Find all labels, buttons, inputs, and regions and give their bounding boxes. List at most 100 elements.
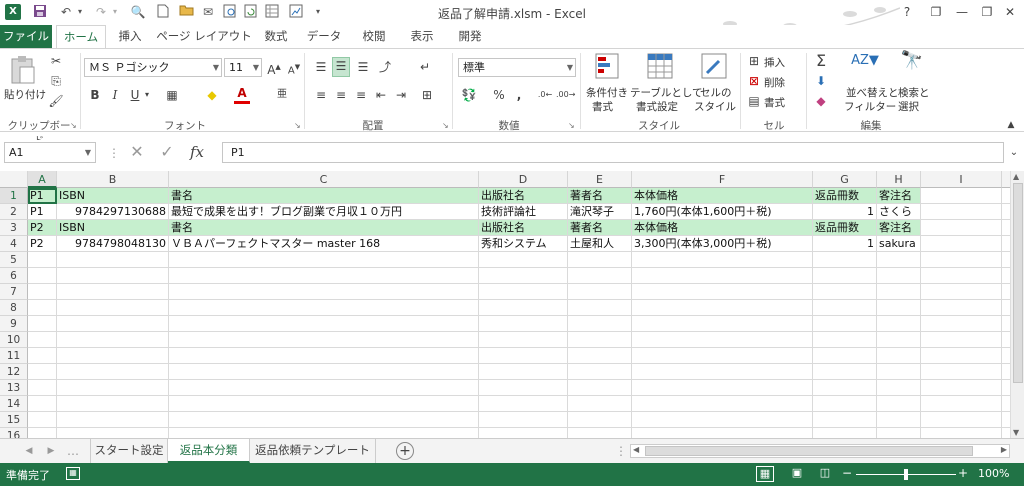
cell[interactable]	[57, 252, 169, 268]
tab-insert[interactable]: 挿入	[112, 25, 148, 48]
cell[interactable]	[921, 268, 1002, 284]
cell[interactable]: 書名	[169, 220, 479, 236]
row-header-8[interactable]: 8	[0, 300, 28, 316]
align-center-icon[interactable]: ≡	[332, 87, 350, 103]
cell[interactable]: 9784798048130	[57, 236, 169, 252]
cell[interactable]	[877, 284, 921, 300]
cell[interactable]	[921, 220, 1002, 236]
cell[interactable]	[1002, 236, 1010, 252]
scrollbar-thumb[interactable]	[1013, 183, 1023, 383]
cell[interactable]	[1002, 300, 1010, 316]
cell[interactable]: P2	[28, 236, 57, 252]
clipboard-launcher-icon[interactable]: ↘	[70, 121, 77, 130]
cell[interactable]: 1	[813, 236, 877, 252]
cell[interactable]	[877, 268, 921, 284]
name-box[interactable]: A1 ▼	[4, 142, 96, 163]
cell[interactable]	[568, 316, 632, 332]
cell[interactable]	[28, 428, 57, 438]
format-as-table-label-2[interactable]: 書式設定	[636, 99, 678, 114]
cell[interactable]	[1002, 348, 1010, 364]
cell[interactable]	[1002, 332, 1010, 348]
tab-splitter-icon[interactable]: ⋮	[615, 443, 627, 459]
tab-developer[interactable]: 開発	[450, 25, 490, 48]
cell[interactable]	[813, 428, 877, 438]
add-sheet-icon[interactable]: +	[396, 442, 414, 460]
cell[interactable]	[813, 332, 877, 348]
cell[interactable]	[57, 380, 169, 396]
formula-input[interactable]: P1	[222, 142, 1004, 163]
tab-page-layout[interactable]: ページ レイアウト	[156, 25, 252, 48]
cell[interactable]	[169, 380, 479, 396]
sheet-tab-start[interactable]: スタート設定	[90, 439, 168, 463]
close-button[interactable]: ✕	[998, 2, 1022, 22]
cell[interactable]	[632, 396, 813, 412]
cell[interactable]	[479, 252, 568, 268]
cell[interactable]	[632, 332, 813, 348]
row-header-4[interactable]: 4	[0, 236, 28, 252]
paste-button[interactable]: 貼り付け	[4, 87, 46, 102]
conditional-format-icon[interactable]	[594, 53, 622, 83]
cell[interactable]: 技術評論社	[479, 204, 568, 220]
cell[interactable]	[813, 252, 877, 268]
cell[interactable]	[1002, 380, 1010, 396]
cell[interactable]	[479, 396, 568, 412]
hscroll-thumb[interactable]	[645, 446, 973, 456]
cell[interactable]: P2	[28, 220, 57, 236]
more-sheets-icon[interactable]: …	[66, 443, 80, 459]
cell[interactable]	[479, 332, 568, 348]
cell[interactable]: sakura	[877, 236, 921, 252]
alignment-launcher-icon[interactable]: ↘	[442, 121, 449, 130]
cell[interactable]	[877, 348, 921, 364]
column-header-b[interactable]: B	[57, 171, 169, 188]
row-header-6[interactable]: 6	[0, 268, 28, 284]
column-header-d[interactable]: D	[479, 171, 568, 188]
cell[interactable]: ISBN	[57, 188, 169, 204]
align-top-icon[interactable]: ☰	[312, 59, 330, 75]
cell[interactable]: 出版社名	[479, 220, 568, 236]
cell[interactable]: 9784297130688	[57, 204, 169, 220]
help-button[interactable]: ?	[895, 2, 919, 22]
cell[interactable]	[813, 396, 877, 412]
increase-font-icon[interactable]: A▲	[266, 59, 282, 78]
align-middle-icon[interactable]: ☰	[332, 57, 350, 77]
row-header-16[interactable]: 16	[0, 428, 28, 438]
conditional-format-label-1[interactable]: 条件付き	[586, 85, 628, 100]
align-left-icon[interactable]: ≡	[312, 87, 330, 103]
cell[interactable]: 客注名	[877, 220, 921, 236]
row-header-3[interactable]: 3	[0, 220, 28, 236]
row-header-5[interactable]: 5	[0, 252, 28, 268]
cell[interactable]: 1,760円(本体1,600円＋税)	[632, 204, 813, 220]
delete-cells-icon[interactable]: ⊠	[746, 73, 762, 89]
cell[interactable]	[1002, 316, 1010, 332]
ribbon-display-button[interactable]: ❐	[924, 2, 948, 22]
normal-view-icon[interactable]: ▦	[756, 466, 774, 482]
row-header-2[interactable]: 2	[0, 204, 28, 220]
find-select-label-1[interactable]: 検索と	[898, 85, 930, 100]
format-as-table-label-1[interactable]: テーブルとして	[630, 85, 703, 100]
cell[interactable]	[479, 316, 568, 332]
cell[interactable]	[28, 284, 57, 300]
orientation-icon[interactable]: ⤴	[376, 59, 394, 75]
cell-styles-label-2[interactable]: スタイル	[694, 99, 736, 114]
cell[interactable]	[1002, 412, 1010, 428]
cell[interactable]	[632, 252, 813, 268]
wrap-text-icon[interactable]: ↵	[416, 59, 434, 75]
collapse-ribbon-icon[interactable]: ▲	[1004, 117, 1018, 133]
cell[interactable]: 本体価格	[632, 188, 813, 204]
zoom-in-icon[interactable]: +	[958, 466, 968, 480]
cell[interactable]: 本体価格	[632, 220, 813, 236]
column-header-g[interactable]: G	[813, 171, 877, 188]
format-painter-icon[interactable]: 🖌	[48, 93, 64, 109]
clear-icon[interactable]: ◆	[812, 93, 830, 109]
cancel-icon[interactable]: ✕	[128, 144, 146, 160]
cell[interactable]	[57, 412, 169, 428]
cell[interactable]	[57, 364, 169, 380]
column-header-a[interactable]: A	[28, 171, 57, 188]
cell[interactable]	[877, 412, 921, 428]
cell[interactable]	[632, 268, 813, 284]
cell[interactable]	[568, 380, 632, 396]
cell[interactable]	[57, 428, 169, 438]
restore-button[interactable]: ❐	[975, 2, 999, 22]
cell[interactable]	[632, 364, 813, 380]
number-launcher-icon[interactable]: ↘	[568, 121, 575, 130]
